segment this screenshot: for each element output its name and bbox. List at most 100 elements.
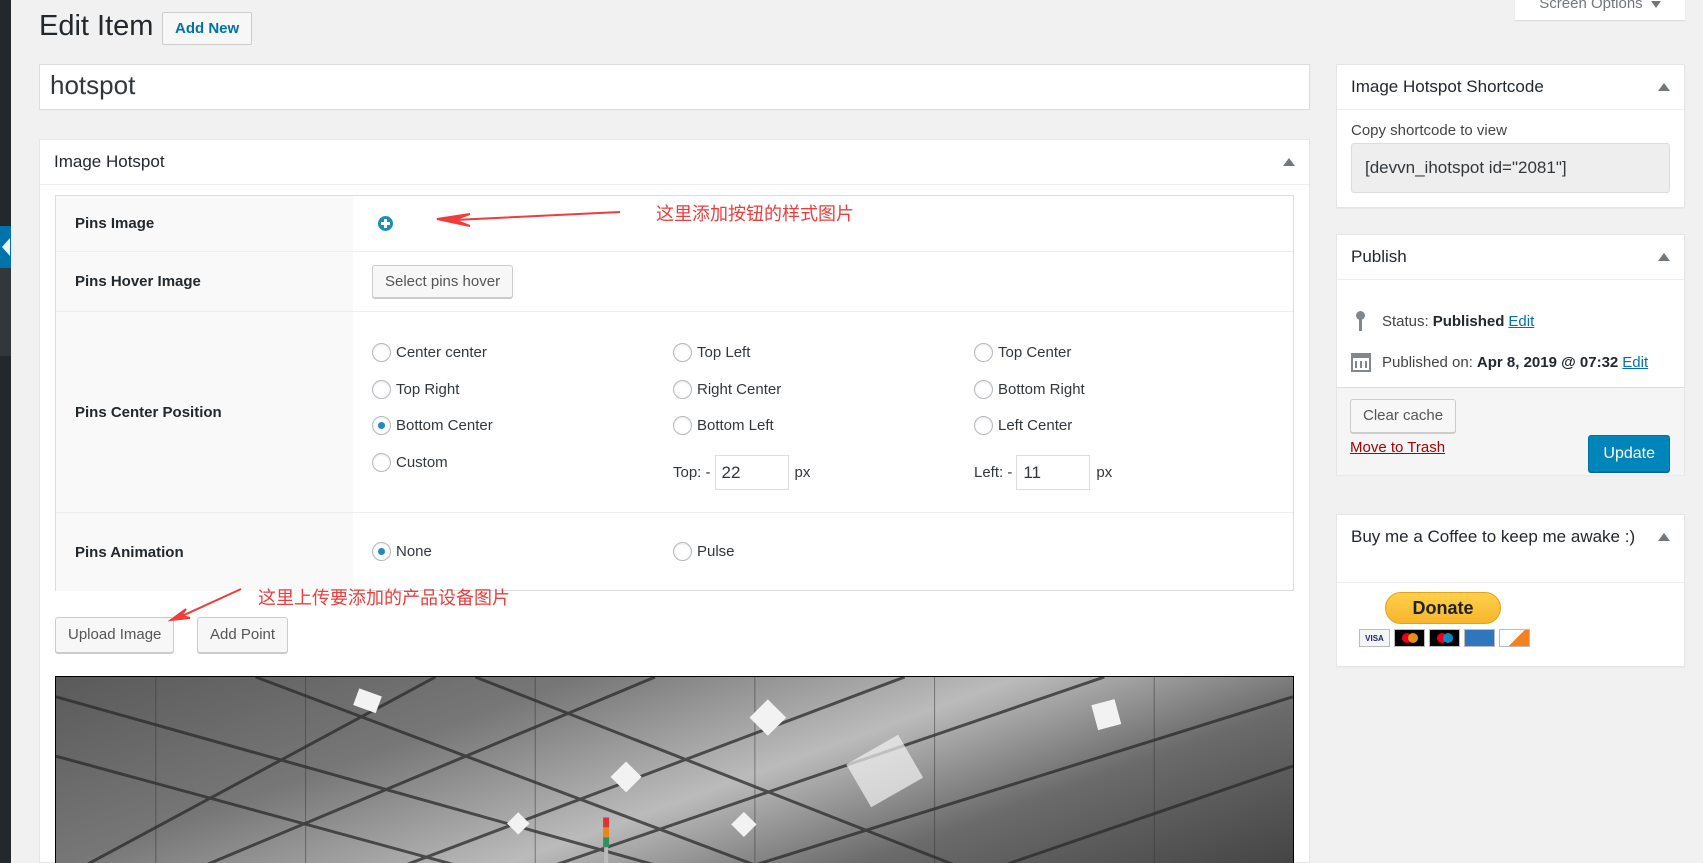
row-label: Pins Hover Image [56, 252, 353, 311]
metabox-header[interactable]: Buy me a Coffee to keep me awake :) [1337, 515, 1684, 583]
post-title-input[interactable]: hotspot [39, 64, 1310, 110]
radio-label: Left Center [998, 417, 1073, 434]
left-offset-input[interactable] [1016, 455, 1091, 490]
radio-label: Top Right [396, 381, 460, 398]
shortcode-input[interactable]: [devvn_ihotspot id="2081"] [1351, 143, 1670, 193]
radio-bottom-left[interactable]: Bottom Left [673, 416, 774, 435]
radio-label: Center center [396, 344, 487, 361]
roof-truss-illustration [56, 677, 1293, 863]
maestro-card-icon [1429, 629, 1460, 647]
collapse-arrow-icon[interactable] [1658, 533, 1670, 541]
update-button[interactable]: Update [1588, 435, 1670, 472]
radio-label: Bottom Center [396, 417, 493, 434]
caret-down-icon [1650, 0, 1661, 8]
admin-menu-active-item[interactable] [0, 226, 11, 268]
metabox-title: Image Hotspot [54, 152, 165, 171]
radio-center-center[interactable]: Center center [372, 343, 487, 362]
radio-label: Right Center [697, 381, 782, 398]
published-date: Apr 8, 2019 @ 07:32 [1476, 354, 1619, 371]
radio-bottom-center[interactable]: Bottom Center [372, 416, 493, 435]
published-label: Published on: [1382, 354, 1473, 371]
status-label: Status: [1382, 313, 1429, 330]
radio-top-right[interactable]: Top Right [372, 380, 459, 399]
radio-right-center[interactable]: Right Center [673, 380, 781, 399]
radio-custom[interactable]: Custom [372, 453, 448, 472]
radio-circle[interactable] [673, 416, 692, 435]
row-pins-center-position: Pins Center Position Center center Top L… [56, 312, 1293, 513]
payment-cards: VISA [1359, 629, 1530, 647]
radio-circle[interactable] [974, 343, 993, 362]
radio-circle[interactable] [974, 416, 993, 435]
admin-menu-edge [0, 0, 11, 863]
discover-card-icon [1499, 629, 1530, 647]
top-offset-input[interactable] [714, 455, 789, 490]
select-pins-hover-button[interactable]: Select pins hover [372, 265, 514, 298]
move-to-trash-link[interactable]: Move to Trash [1350, 439, 1445, 456]
row-pins-hover-image: Pins Hover Image Select pins hover [56, 252, 1293, 312]
metabox-header[interactable]: Image Hotspot [40, 140, 1309, 185]
admin-submenu [0, 268, 11, 356]
radio-circle[interactable] [673, 542, 692, 561]
status-line: Status: Published Edit [1351, 311, 1534, 332]
clear-cache-button[interactable]: Clear cache [1350, 399, 1457, 433]
row-label: Pins Animation [56, 513, 353, 591]
radio-label: None [396, 543, 432, 560]
left-offset-group: Left: - px [974, 455, 1112, 490]
visa-card-icon: VISA [1359, 629, 1390, 647]
pins-image-annotation: 这里添加按钮的样式图片 [656, 204, 854, 225]
metabox-header[interactable]: Image Hotspot Shortcode [1337, 65, 1684, 110]
amex-card-icon [1464, 629, 1495, 647]
published-edit-link[interactable]: Edit [1622, 354, 1648, 371]
radio-circle[interactable] [372, 343, 391, 362]
radio-circle[interactable] [372, 542, 391, 561]
unit-label: px [1096, 464, 1113, 481]
left-offset-label: Left: - [974, 464, 1013, 481]
radio-circle[interactable] [673, 380, 692, 399]
settings-table: Pins Image Pins Hover Image Select pins … [55, 195, 1294, 591]
plus-circle-icon[interactable] [378, 216, 393, 231]
status-edit-link[interactable]: Edit [1508, 313, 1534, 330]
collapse-arrow-icon[interactable] [1283, 158, 1295, 166]
radio-animation-none[interactable]: None [372, 542, 432, 561]
radio-label: Top Left [697, 344, 751, 361]
screen-options-label: Screen Options [1539, 0, 1643, 12]
radio-label: Bottom Right [998, 381, 1085, 398]
donate-button[interactable]: Donate [1385, 592, 1501, 624]
top-offset-label: Top: - [673, 464, 711, 481]
screen-options-button[interactable]: Screen Options [1515, 0, 1685, 20]
upload-image-button[interactable]: Upload Image [55, 617, 175, 653]
radio-top-left[interactable]: Top Left [673, 343, 750, 362]
radio-label: Bottom Left [697, 417, 774, 434]
metabox-title: Publish [1351, 247, 1407, 266]
radio-circle[interactable] [372, 416, 391, 435]
page-title: Edit Item [39, 10, 154, 42]
pin-icon [1351, 311, 1370, 332]
mastercard-icon [1394, 629, 1425, 647]
image-hotspot-metabox: Image Hotspot Pins Image Pins Hover Imag… [39, 139, 1310, 863]
donate-metabox: Buy me a Coffee to keep me awake :) Dona… [1336, 514, 1685, 667]
radio-animation-pulse[interactable]: Pulse [673, 542, 735, 561]
radio-label: Pulse [697, 543, 735, 560]
row-label: Pins Image [56, 196, 353, 251]
hotspot-base-image[interactable] [55, 676, 1294, 863]
radio-circle[interactable] [974, 380, 993, 399]
top-offset-group: Top: - px [673, 455, 810, 490]
collapse-arrow-icon[interactable] [1658, 83, 1670, 91]
metabox-title: Buy me a Coffee to keep me awake :) [1351, 527, 1636, 546]
status-value: Published [1432, 313, 1505, 330]
signal-tower-icon [603, 817, 610, 863]
metabox-header[interactable]: Publish [1337, 235, 1684, 280]
radio-left-center[interactable]: Left Center [974, 416, 1072, 435]
radio-label: Custom [396, 454, 448, 471]
row-pins-animation: Pins Animation None Pulse [56, 513, 1293, 591]
radio-top-center[interactable]: Top Center [974, 343, 1071, 362]
radio-circle[interactable] [673, 343, 692, 362]
radio-bottom-right[interactable]: Bottom Right [974, 380, 1085, 399]
collapse-arrow-icon[interactable] [1658, 253, 1670, 261]
add-new-button[interactable]: Add New [162, 12, 253, 45]
publish-metabox: Publish Status: Published Edit Published… [1336, 234, 1685, 475]
calendar-icon [1351, 353, 1371, 372]
radio-circle[interactable] [372, 453, 391, 472]
radio-circle[interactable] [372, 380, 391, 399]
add-point-button[interactable]: Add Point [197, 617, 289, 653]
